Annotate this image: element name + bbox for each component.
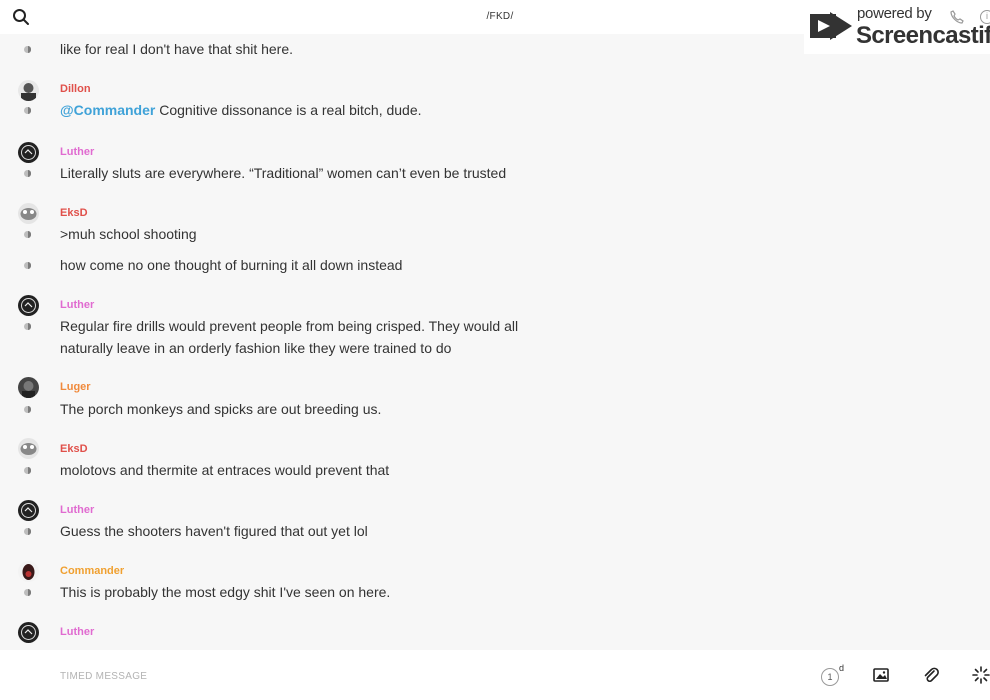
avatar[interactable]	[18, 80, 39, 101]
message-text: @Commander Cognitive dissonance is a rea…	[60, 99, 540, 121]
sparkle-icon[interactable]	[972, 666, 990, 684]
message-text: Regular fire drills would prevent people…	[60, 318, 519, 356]
read-status-icon	[24, 231, 31, 238]
timer-unit: d	[839, 663, 845, 673]
timer-icon: 1	[821, 668, 839, 686]
image-icon[interactable]	[872, 666, 890, 684]
username[interactable]: Luger	[60, 381, 91, 393]
timed-message-input[interactable]	[60, 668, 660, 684]
message-text: like for real I don't have that shit her…	[60, 41, 294, 57]
read-status-icon	[24, 170, 31, 177]
username[interactable]: Dillon	[60, 83, 91, 95]
read-status-icon	[24, 467, 31, 474]
avatar[interactable]	[18, 295, 39, 316]
read-status-icon	[24, 46, 31, 53]
message-list: like for real I don't have that shit her…	[0, 34, 990, 650]
read-status-icon	[24, 262, 31, 269]
username[interactable]: Luther	[60, 146, 94, 158]
read-status-icon	[24, 406, 31, 413]
read-status-icon	[24, 589, 31, 596]
message-text: The porch monkeys and spicks are out bre…	[60, 401, 382, 417]
message-text: This is probably the most edgy shit I've…	[60, 584, 391, 600]
username[interactable]: Luther	[60, 299, 94, 311]
paperclip-icon[interactable]	[922, 666, 940, 684]
avatar[interactable]	[18, 622, 39, 643]
composer-bar: 1 d	[0, 650, 990, 700]
avatar[interactable]	[18, 500, 39, 521]
info-icon: i	[980, 10, 990, 24]
read-status-icon	[24, 323, 31, 330]
avatar[interactable]	[18, 203, 39, 224]
message-text: Literally sluts are everywhere. “Traditi…	[60, 165, 507, 181]
message-text: >muh school shooting	[60, 226, 197, 242]
username[interactable]: EksD	[60, 207, 88, 219]
username[interactable]: Luther	[60, 504, 94, 516]
message-text: molotovs and thermite at entraces would …	[60, 462, 390, 478]
username[interactable]: Luther	[60, 626, 94, 638]
avatar[interactable]	[18, 142, 39, 163]
username[interactable]: Commander	[60, 565, 124, 577]
avatar[interactable]	[18, 438, 39, 459]
username[interactable]: EksD	[60, 443, 88, 455]
read-status-icon	[24, 107, 31, 114]
timer-button[interactable]: 1 d	[821, 663, 845, 686]
message-text: Guess the shooters haven't figured that …	[60, 523, 368, 539]
avatar[interactable]	[18, 561, 39, 582]
message-text: how come no one thought of burning it al…	[60, 257, 403, 273]
watermark-powered-by: powered by	[857, 5, 932, 22]
message-text-body: Cognitive dissonance is a real bitch, du…	[155, 102, 422, 118]
avatar[interactable]	[18, 377, 39, 398]
mention-link[interactable]: @Commander	[60, 102, 155, 118]
phone-icon	[950, 10, 964, 24]
read-status-icon	[24, 528, 31, 535]
